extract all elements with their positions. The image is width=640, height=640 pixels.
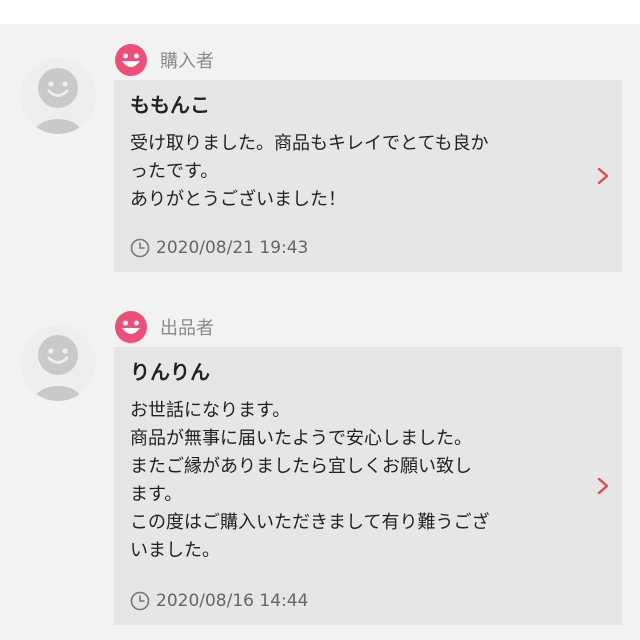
user-silhouette-icon [34,335,82,401]
message-line: ありがとうございました！ [130,189,346,210]
message-line: お世話になります。 [130,400,291,421]
role-label: 購入者 [160,51,214,72]
smiley-face-icon [115,44,147,76]
user-silhouette-icon [34,68,82,134]
review-bubble[interactable]: りんりん お世話になります。 商品が無事に届いたようで安心しました。 またご縁が… [114,347,622,625]
message-line: ます。 [130,484,183,505]
role-row: 購入者 [114,42,214,78]
message-line: いました。 [130,540,220,561]
message-line: 商品が無事に届いたようで安心しました。 [130,428,472,449]
chevron-right-icon[interactable] [596,166,610,186]
role-label: 出品者 [160,318,214,339]
review-bubble[interactable]: ももんこ 受け取りました。商品もキレイでとても良か ったです。 ありがとうござい… [114,80,622,272]
avatar[interactable] [20,325,96,401]
review-date: 2020/08/21 19:43 [156,238,309,258]
avatar[interactable] [20,58,96,134]
review-message: 受け取りました。商品もキレイでとても良か ったです。 ありがとうございました！ [130,130,582,214]
message-line: 受け取りました。商品もキレイでとても良か [130,133,489,154]
review-message: お世話になります。 商品が無事に届いたようで安心しました。 またご縁がありました… [130,397,582,565]
top-bar [0,0,640,24]
message-line: この度はご購入いただきまして有り難うござ [130,512,490,533]
message-line: ったです。 [130,161,219,182]
clock-icon [130,591,150,611]
reviewer-name: りんりん [130,360,210,384]
smiley-face-icon [115,311,147,343]
review-timestamp: 2020/08/21 19:43 [130,238,308,258]
review-date: 2020/08/16 14:44 [156,591,309,611]
reviewer-name: ももんこ [130,93,210,117]
clock-icon [130,238,150,258]
chevron-right-icon[interactable] [596,476,610,496]
review-timestamp: 2020/08/16 14:44 [130,591,308,611]
message-line: またご縁がありましたら宜しくお願い致し [130,456,472,477]
role-row: 出品者 [114,309,214,345]
